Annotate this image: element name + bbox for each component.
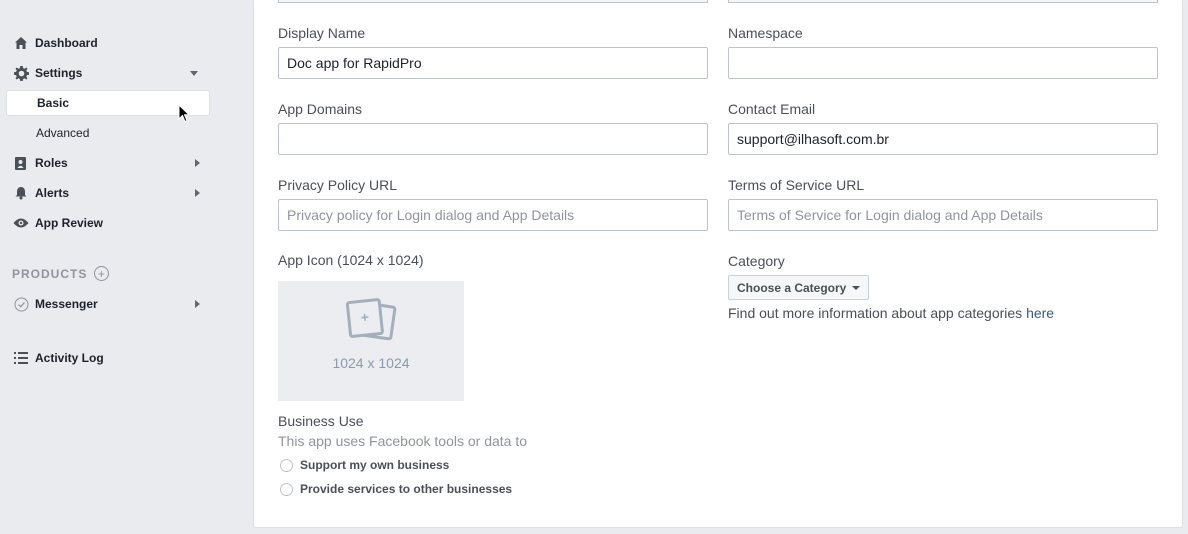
sidebar-item-alerts[interactable]: Alerts [12, 180, 208, 206]
terms-of-service-label: Terms of Service URL [728, 177, 865, 193]
sidebar-item-activity-log[interactable]: Activity Log [12, 345, 208, 371]
radio-label: Support my own business [300, 458, 450, 472]
chevron-right-icon [195, 189, 200, 197]
sidebar-item-settings[interactable]: Settings [12, 60, 208, 86]
list-icon [12, 350, 30, 366]
sidebar-subitem-advanced[interactable]: Advanced [6, 120, 210, 146]
gear-icon [12, 65, 30, 81]
sidebar-item-dashboard[interactable]: Dashboard [12, 30, 208, 56]
mouse-cursor-icon [178, 104, 190, 123]
app-icon-label: App Icon (1024 x 1024) [278, 252, 424, 268]
business-use-description: This app uses Facebook tools or data to [278, 433, 528, 449]
app-domains-input[interactable] [278, 123, 708, 155]
sidebar: Dashboard Settings Basic Advanced Roles … [0, 0, 220, 534]
privacy-policy-label: Privacy Policy URL [278, 177, 398, 193]
namespace-input[interactable] [728, 47, 1158, 79]
sidebar-item-label: Settings [35, 66, 83, 80]
business-use-option[interactable]: Provide services to other businesses [280, 482, 512, 496]
roles-icon [12, 155, 30, 171]
products-header-label: PRODUCTS [12, 266, 88, 281]
sidebar-item-messenger[interactable]: Messenger [12, 291, 208, 317]
category-label: Category [728, 253, 785, 269]
sidebar-item-label: Dashboard [35, 36, 98, 50]
chevron-right-icon [195, 300, 200, 308]
sidebar-item-label: Messenger [35, 297, 98, 311]
display-name-label: Display Name [278, 25, 366, 41]
contact-email-label: Contact Email [728, 101, 816, 117]
previous-field-edge [278, 0, 708, 3]
sidebar-item-label: Alerts [35, 186, 70, 200]
check-circle-icon [12, 296, 30, 312]
sidebar-item-label: Activity Log [35, 351, 104, 365]
app-icon-size-text: 1024 x 1024 [332, 355, 410, 371]
previous-field-edge [728, 0, 1158, 3]
app-domains-label: App Domains [278, 101, 363, 117]
terms-of-service-input[interactable] [728, 199, 1158, 231]
business-use-label: Business Use [278, 413, 364, 429]
namespace-label: Namespace [728, 25, 803, 41]
home-icon [12, 35, 30, 51]
sidebar-item-app-review[interactable]: App Review [12, 210, 208, 236]
category-info: Find out more information about app cate… [728, 305, 1054, 321]
radio-label: Provide services to other businesses [300, 482, 513, 496]
add-product-icon[interactable]: + [94, 266, 110, 281]
display-name-input[interactable] [278, 47, 708, 79]
sidebar-item-label: Roles [35, 156, 68, 170]
caret-down-icon [852, 285, 861, 290]
contact-email-input[interactable] [728, 123, 1158, 155]
category-info-link[interactable]: here [1026, 305, 1054, 321]
choose-category-dropdown[interactable]: Choose a Category [728, 275, 870, 300]
radio-button[interactable] [280, 482, 293, 496]
sidebar-subitem-label: Advanced [36, 126, 90, 140]
business-use-option[interactable]: Support my own business [280, 458, 449, 472]
radio-button[interactable] [280, 458, 293, 472]
privacy-policy-input[interactable] [278, 199, 708, 231]
svg-text:+: + [360, 309, 370, 326]
products-header: PRODUCTS + [12, 266, 110, 281]
choose-category-label: Choose a Category [737, 280, 847, 295]
chevron-right-icon [195, 159, 200, 167]
sidebar-item-label: App Review [35, 216, 104, 230]
chevron-down-icon [190, 71, 198, 76]
sidebar-item-roles[interactable]: Roles [12, 150, 208, 176]
app-icon-upload[interactable]: + 1024 x 1024 [278, 281, 464, 401]
bell-icon [12, 185, 30, 201]
sidebar-subitem-label: Basic [37, 96, 70, 110]
category-info-text: Find out more information about app cate… [728, 305, 1027, 321]
image-placeholder-icon: + [345, 298, 397, 341]
eye-icon [12, 215, 30, 231]
